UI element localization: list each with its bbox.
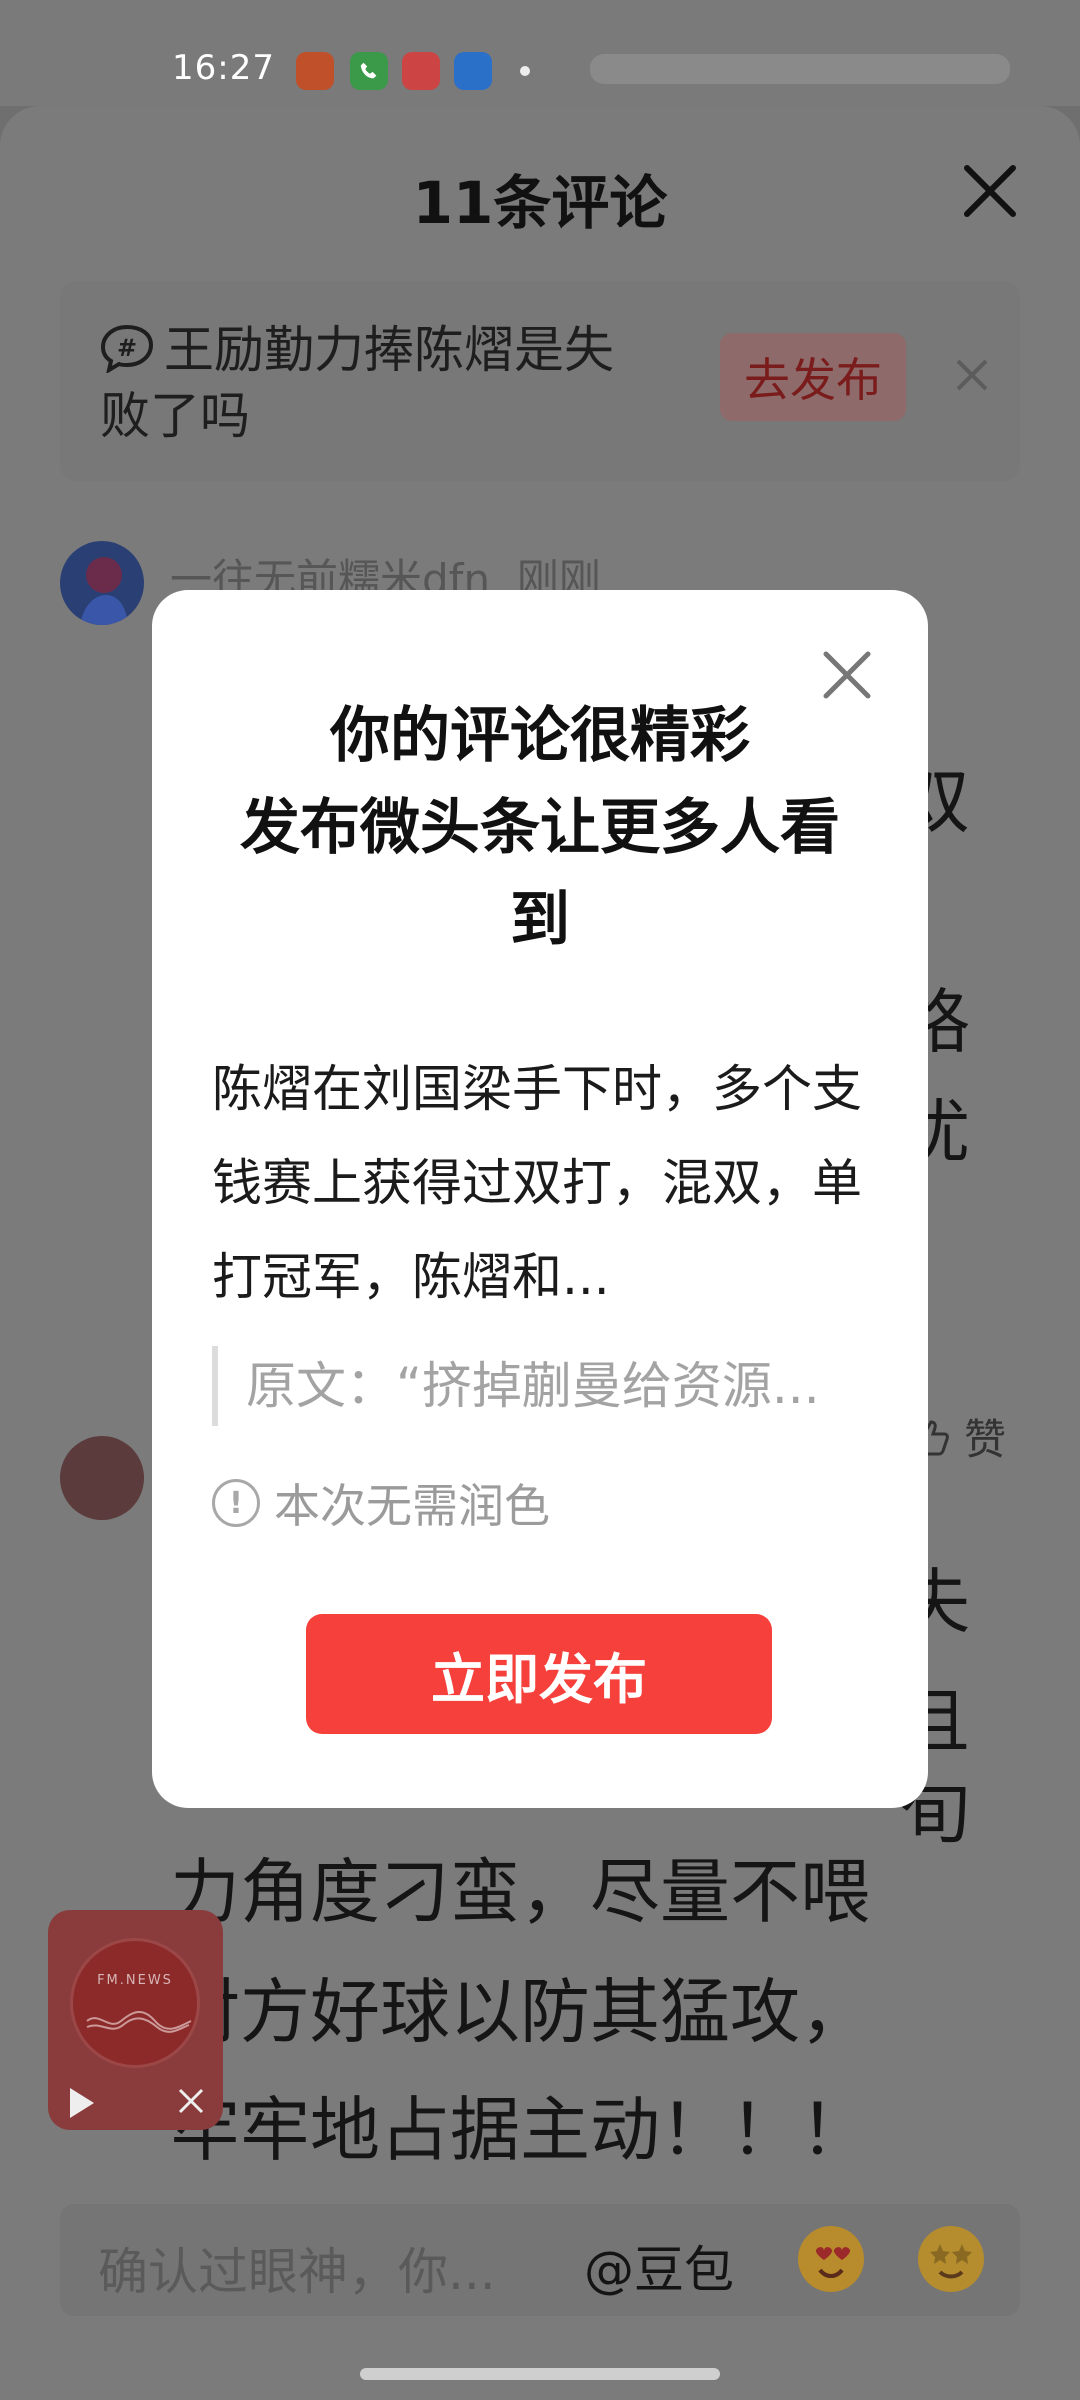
hashtag-bubble-icon: # bbox=[100, 324, 154, 373]
more-notifications-dot bbox=[520, 66, 530, 76]
avatar[interactable] bbox=[60, 541, 144, 625]
comment-input-bar[interactable]: 确认过眼神，你... @豆包 bbox=[60, 2204, 1020, 2316]
status-bar: 16:27 bbox=[0, 0, 1080, 106]
avatar[interactable] bbox=[60, 1436, 144, 1520]
go-publish-button[interactable]: 去发布 bbox=[720, 333, 906, 421]
browser-icon bbox=[454, 52, 492, 90]
info-icon: ! bbox=[212, 1479, 260, 1527]
mini-player[interactable]: FM.NEWS bbox=[48, 1910, 223, 2130]
fm-news-disc: FM.NEWS bbox=[70, 1938, 200, 2068]
close-player-icon[interactable] bbox=[176, 2086, 206, 2116]
phone-icon bbox=[350, 52, 388, 90]
dismiss-topic-icon[interactable] bbox=[950, 353, 994, 397]
status-indicators bbox=[590, 54, 1010, 84]
sheet-title: 11条评论 bbox=[412, 169, 668, 237]
home-indicator[interactable] bbox=[360, 2368, 720, 2380]
comment-text-line: 力角度刁蛮，尽量不喂 bbox=[170, 1851, 870, 1933]
topic-label: 王励勤力捧陈熠是失败了吗 bbox=[100, 321, 614, 445]
calendar-icon bbox=[296, 52, 334, 90]
like-label: 赞 bbox=[964, 1415, 1007, 1464]
heart-eyes-emoji-icon[interactable] bbox=[798, 2226, 864, 2292]
status-time: 16:27 bbox=[172, 48, 275, 88]
mention-doubao-button[interactable]: @豆包 bbox=[584, 2230, 734, 2302]
topic-text[interactable]: # 王励勤力捧陈熠是失败了吗 bbox=[100, 317, 660, 449]
dialog-title: 你的评论很精彩 发布微头条让更多人看到 bbox=[212, 690, 868, 966]
waveform-icon bbox=[86, 2011, 192, 2033]
dialog-title-line2: 发布微头条让更多人看到 bbox=[240, 793, 840, 955]
svg-text:#: # bbox=[117, 334, 137, 362]
comment-input-placeholder[interactable]: 确认过眼神，你... bbox=[98, 2232, 496, 2304]
toutiao-icon bbox=[402, 52, 440, 90]
comment-text-line: 牢牢地占据主动！！！ bbox=[170, 2089, 870, 2171]
polish-note: ! 本次无需润色 bbox=[212, 1470, 550, 1536]
close-icon[interactable] bbox=[955, 156, 1025, 226]
dialog-title-line1: 你的评论很精彩 bbox=[330, 701, 750, 771]
topic-banner: # 王励勤力捧陈熠是失败了吗 去发布 bbox=[60, 281, 1020, 481]
comment-text-line: 对方好球以防其猛攻， bbox=[170, 1971, 870, 2053]
polish-note-text: 本次无需润色 bbox=[274, 1479, 550, 1533]
dialog-body-text: 陈熠在刘国梁手下时，多个支钱赛上获得过双打，混双，单打冠军，陈熠和... bbox=[212, 1060, 862, 1306]
publish-now-button[interactable]: 立即发布 bbox=[306, 1614, 772, 1734]
publish-dialog: 你的评论很精彩 发布微头条让更多人看到 陈熠在刘国梁手下时，多个支钱赛上获得过双… bbox=[152, 590, 928, 1808]
original-quote: 原文：“挤掉蒯曼给资源... bbox=[212, 1346, 862, 1426]
star-eyes-emoji-icon[interactable] bbox=[918, 2226, 984, 2292]
play-icon[interactable] bbox=[70, 2088, 94, 2118]
